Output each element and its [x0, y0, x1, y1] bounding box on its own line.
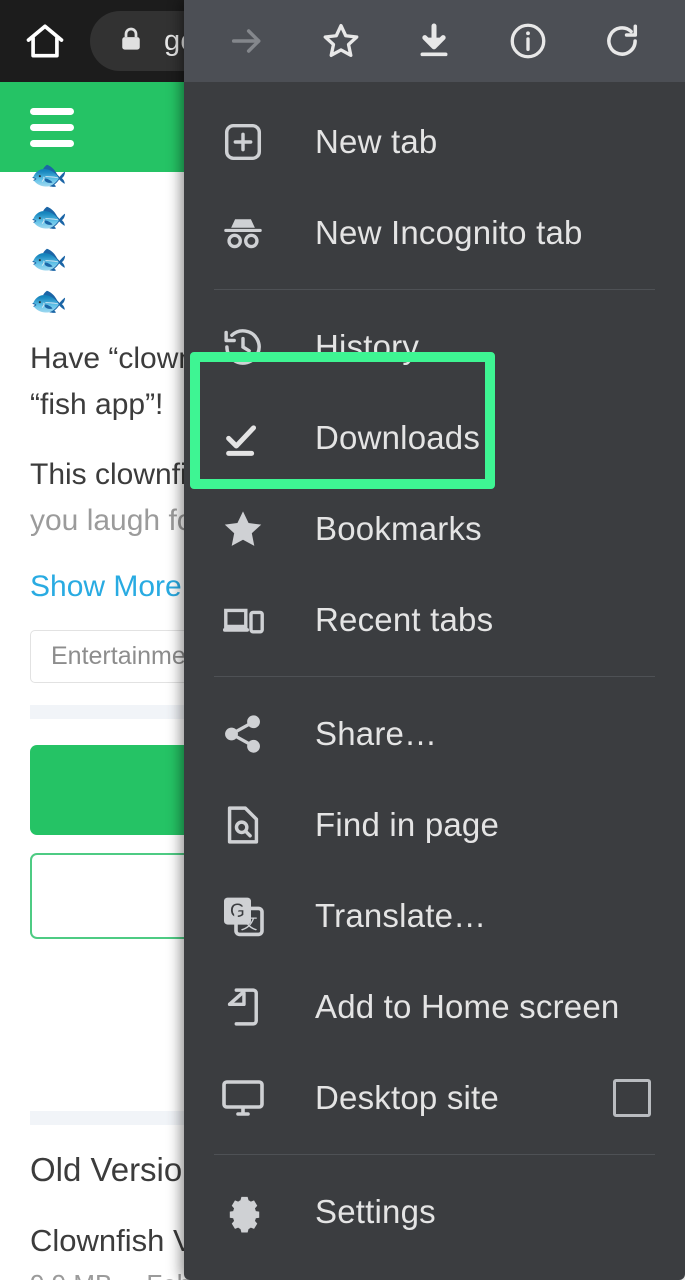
menu-item-new-incognito-tab[interactable]: New Incognito tab	[184, 187, 685, 278]
menu-item-settings[interactable]: Settings	[184, 1166, 685, 1257]
overflow-menu: New tab New Incognito tab History Downlo…	[184, 0, 685, 1280]
menu-item-help-feedback[interactable]: Help & feedback	[184, 1257, 685, 1280]
find-in-page-icon	[216, 798, 270, 852]
incognito-icon	[216, 206, 270, 260]
screen: 🐟 🐟 🐟 🐟 Have “clown “fish app”! This clo…	[0, 0, 685, 1280]
menu-item-desktop-site[interactable]: Desktop site	[184, 1052, 685, 1143]
menu-item-label: Add to Home screen	[315, 987, 620, 1025]
menu-item-share[interactable]: Share…	[184, 688, 685, 779]
translate-icon: G 文	[216, 889, 270, 943]
svg-text:文: 文	[241, 913, 258, 932]
menu-items-list: New tab New Incognito tab History Downlo…	[184, 82, 685, 1280]
desktop-site-icon	[216, 1071, 270, 1125]
menu-item-label: Settings	[315, 1192, 436, 1230]
info-icon[interactable]	[500, 13, 556, 69]
menu-item-label: New Incognito tab	[315, 213, 583, 251]
menu-item-new-tab[interactable]: New tab	[184, 96, 685, 187]
gear-icon	[216, 1185, 270, 1239]
menu-item-add-to-home-screen[interactable]: Add to Home screen	[184, 961, 685, 1052]
menu-divider	[214, 289, 655, 290]
menu-item-find-in-page[interactable]: Find in page	[184, 779, 685, 870]
star-icon[interactable]	[313, 13, 369, 69]
menu-item-label: Desktop site	[315, 1078, 499, 1116]
forward-arrow-icon[interactable]	[219, 13, 275, 69]
home-icon[interactable]	[0, 0, 90, 82]
menu-item-bookmarks[interactable]: Bookmarks	[184, 483, 685, 574]
lock-icon	[116, 24, 146, 59]
menu-item-downloads[interactable]: Downloads	[184, 392, 685, 483]
help-icon	[216, 1276, 270, 1280]
bookmarks-star-icon	[216, 502, 270, 556]
menu-item-label: History	[315, 327, 420, 365]
recent-tabs-icon	[216, 593, 270, 647]
menu-item-label: Recent tabs	[315, 600, 494, 638]
menu-item-translate[interactable]: G 文 Translate…	[184, 870, 685, 961]
desktop-site-checkbox[interactable]	[613, 1078, 651, 1117]
new-tab-icon	[216, 115, 270, 169]
menu-item-label: New tab	[315, 122, 438, 160]
menu-item-history[interactable]: History	[184, 301, 685, 392]
menu-divider	[214, 676, 655, 677]
menu-icon-row	[184, 0, 685, 82]
menu-item-label: Find in page	[315, 805, 500, 843]
add-to-home-icon	[216, 980, 270, 1034]
history-icon	[216, 320, 270, 374]
hamburger-icon[interactable]	[30, 107, 74, 147]
share-icon	[216, 707, 270, 761]
menu-item-label: Bookmarks	[315, 509, 482, 547]
downloads-icon	[216, 411, 270, 465]
reload-icon[interactable]	[594, 13, 650, 69]
menu-item-label: Downloads	[315, 418, 481, 456]
download-icon[interactable]	[406, 13, 462, 69]
menu-item-label: Translate…	[315, 896, 487, 934]
menu-divider	[214, 1154, 655, 1155]
menu-item-recent-tabs[interactable]: Recent tabs	[184, 574, 685, 665]
menu-item-label: Share…	[315, 714, 438, 752]
version-size: 9.9 MB	[30, 1269, 112, 1280]
